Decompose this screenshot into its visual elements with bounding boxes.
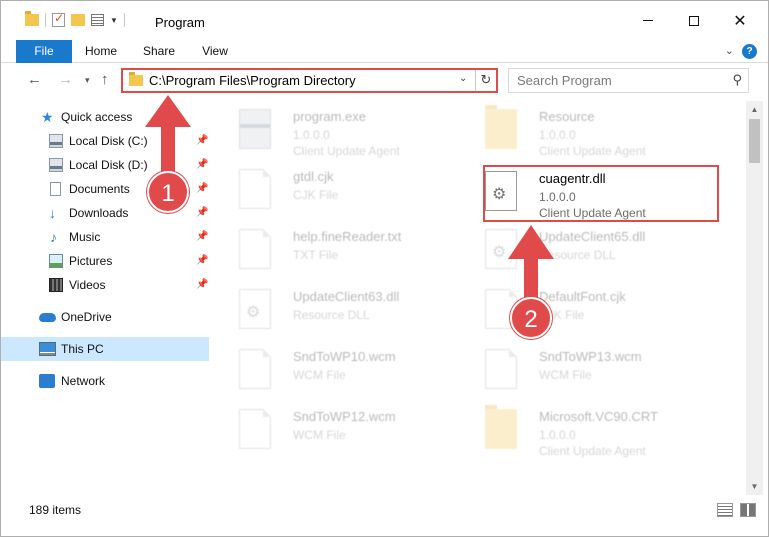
annotation-arrow-2 [508,225,554,307]
step-badge-2: 2 [510,297,552,339]
explorer-window: ▼ Program ✕ File Home Share View ⌄ ? ← →… [0,0,769,537]
annotation-overlay [145,95,554,307]
arrow-head [145,95,191,127]
arrow-head [508,225,554,259]
annotation-arrow-1 [145,95,191,179]
step-badge-1: 1 [147,171,189,213]
arrow-shaft [161,119,175,179]
